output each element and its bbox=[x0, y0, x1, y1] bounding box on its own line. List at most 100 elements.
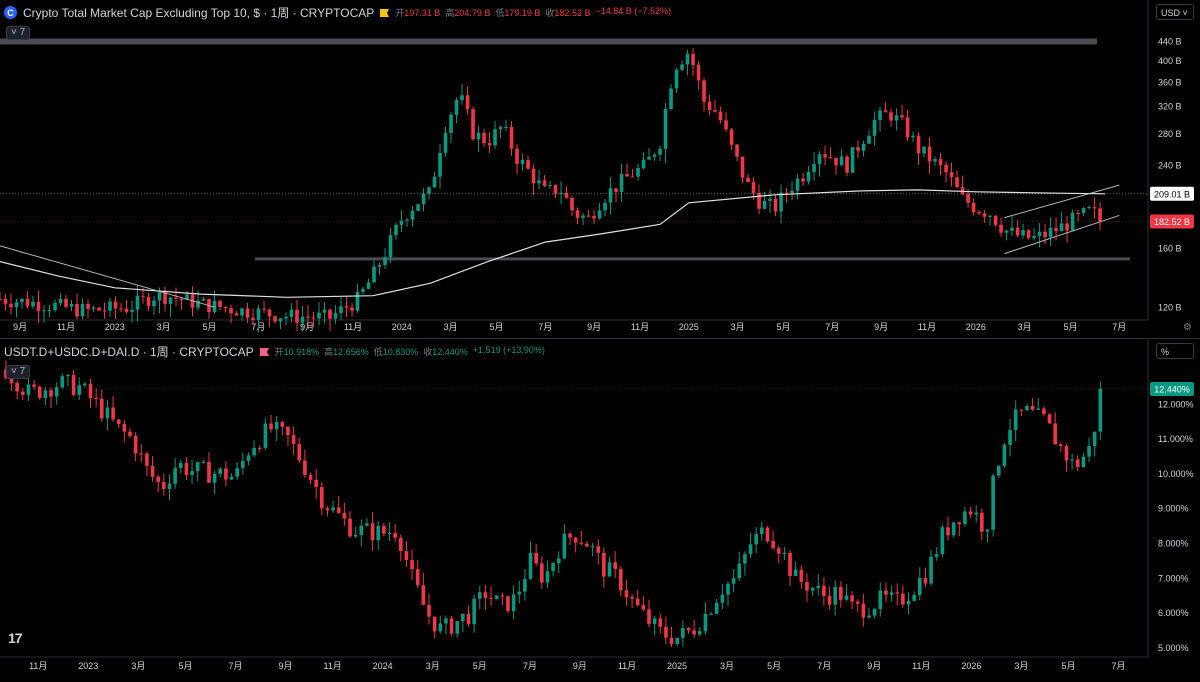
candle-body bbox=[370, 523, 375, 541]
candle-body bbox=[788, 552, 792, 577]
candle-body bbox=[573, 537, 578, 543]
candle-body bbox=[174, 297, 178, 299]
candle-body bbox=[674, 69, 679, 89]
pane2-collapse-button[interactable]: ˅ 7 bbox=[6, 365, 31, 379]
y-tick-label: 440 B bbox=[1158, 36, 1182, 46]
candle-body bbox=[951, 522, 956, 536]
candle-body bbox=[586, 215, 591, 217]
x-tick-label: 9月 bbox=[279, 661, 293, 671]
pink-flag-icon[interactable] bbox=[259, 347, 269, 356]
price-badge-label: 182.52 B bbox=[1154, 217, 1190, 227]
candle-body bbox=[145, 453, 149, 466]
pane1-collapse-button[interactable]: ˅ 7 bbox=[6, 26, 31, 40]
candle-body bbox=[1026, 230, 1031, 238]
pane2-title[interactable]: USDT.D+USDC.D+DAI.D · 1周 · CRYPTOCAP bbox=[4, 343, 254, 360]
candle-body bbox=[757, 193, 761, 209]
stablecoin-dominance-chart[interactable]: 12.000% 11.000% 10.000% 9.000% 8.000% 7.000% 6… bbox=[0, 339, 1200, 677]
candle-body bbox=[427, 187, 431, 194]
candle-body bbox=[553, 184, 558, 194]
candle-body bbox=[581, 215, 585, 218]
candle-body bbox=[295, 309, 299, 323]
candle-body bbox=[528, 553, 533, 579]
x-tick-label: 2026 bbox=[961, 661, 981, 671]
candle-body bbox=[60, 376, 65, 388]
pane-stablecoin-dominance[interactable]: 12.000% 11.000% 10.000% 9.000% 8.000% 7.000% 6… bbox=[0, 339, 1200, 677]
percent-unit-button[interactable]: % bbox=[1156, 343, 1194, 359]
candle-body bbox=[575, 210, 580, 218]
candle-body bbox=[325, 508, 330, 511]
candle-body bbox=[14, 302, 19, 308]
candle-body bbox=[776, 548, 781, 554]
x-tick-label: 5月 bbox=[178, 661, 192, 671]
candle-body bbox=[523, 578, 527, 592]
candle-body bbox=[867, 135, 871, 144]
candle-body bbox=[162, 482, 166, 489]
gear-icon[interactable]: ⚙ bbox=[1183, 322, 1192, 333]
candle-body bbox=[823, 154, 827, 158]
tradingview-logo-icon[interactable]: 17 bbox=[8, 630, 23, 646]
x-tick-label: 3月 bbox=[131, 661, 145, 671]
market-cap-chart[interactable]: 440 B 400 B 360 B 320 B 280 B 240 B 160 B 120 B… bbox=[0, 0, 1200, 338]
candle-body bbox=[619, 174, 624, 192]
candle-body bbox=[949, 172, 954, 178]
candle-body bbox=[912, 595, 916, 601]
candle-body bbox=[940, 527, 945, 555]
trend-channel[interactable] bbox=[0, 184, 1120, 308]
candle-body bbox=[122, 424, 127, 432]
candle-body bbox=[658, 618, 663, 627]
candle-body bbox=[91, 307, 96, 309]
candle-body bbox=[782, 552, 787, 554]
x-tick-label: 5月 bbox=[767, 661, 781, 671]
candle-body bbox=[900, 115, 904, 118]
candle-body bbox=[421, 193, 426, 205]
candle-body bbox=[449, 114, 453, 133]
candle-body bbox=[416, 204, 420, 211]
downtrend-line[interactable] bbox=[0, 245, 216, 308]
y-tick-label: 320 B bbox=[1158, 102, 1182, 112]
candle-body bbox=[681, 627, 685, 638]
pane-market-cap[interactable]: 440 B 400 B 360 B 320 B 280 B 240 B 160 B 120 B… bbox=[0, 0, 1200, 339]
candle-body bbox=[810, 587, 815, 591]
moving-average-line[interactable] bbox=[0, 189, 1106, 298]
candle-body bbox=[996, 465, 1001, 476]
candle-body bbox=[1064, 445, 1069, 461]
candle-body bbox=[603, 202, 607, 211]
currency-unit-button[interactable]: USD ˅ bbox=[1156, 4, 1194, 20]
candle-body bbox=[438, 152, 442, 177]
candle-body bbox=[94, 398, 98, 400]
candle-body bbox=[991, 475, 995, 530]
candle-body bbox=[1015, 227, 1020, 236]
candle-body bbox=[64, 298, 68, 307]
candle-body bbox=[729, 129, 734, 145]
candle-body bbox=[410, 560, 414, 570]
candle-body bbox=[234, 313, 239, 316]
candle-body bbox=[382, 525, 386, 534]
candle-body bbox=[300, 316, 305, 323]
candle-body bbox=[1054, 228, 1058, 232]
candle-body bbox=[1002, 444, 1007, 466]
candle-body bbox=[760, 527, 764, 535]
candle-body bbox=[20, 298, 24, 303]
candle-body bbox=[534, 553, 538, 564]
candle-body bbox=[960, 187, 965, 194]
candle-body bbox=[793, 569, 798, 577]
candle-body bbox=[1010, 227, 1014, 231]
candle-body bbox=[658, 148, 662, 155]
x-tick-label: 2023 bbox=[78, 661, 98, 671]
candle-body bbox=[955, 177, 959, 188]
x-tick-label: 7月 bbox=[523, 661, 537, 671]
pane1-title[interactable]: Crypto Total Market Cap Excluding Top 10… bbox=[23, 4, 374, 21]
y-tick-label: 400 B bbox=[1158, 56, 1182, 66]
candle-body bbox=[669, 637, 674, 644]
candle-body bbox=[746, 177, 750, 183]
candle-body bbox=[735, 144, 739, 157]
candle-body bbox=[971, 202, 976, 213]
candle-body bbox=[353, 534, 358, 537]
candle-body bbox=[207, 461, 211, 483]
candle-body bbox=[256, 308, 261, 321]
pane1-ohlc: 开197.31 B 高204.79 B 低179.19 B 收182.52 B … bbox=[395, 6, 672, 18]
x-tick-label: 11月 bbox=[631, 322, 649, 332]
candle-body bbox=[77, 385, 82, 395]
candle-body bbox=[99, 398, 104, 419]
yellow-flag-icon[interactable] bbox=[380, 8, 390, 17]
